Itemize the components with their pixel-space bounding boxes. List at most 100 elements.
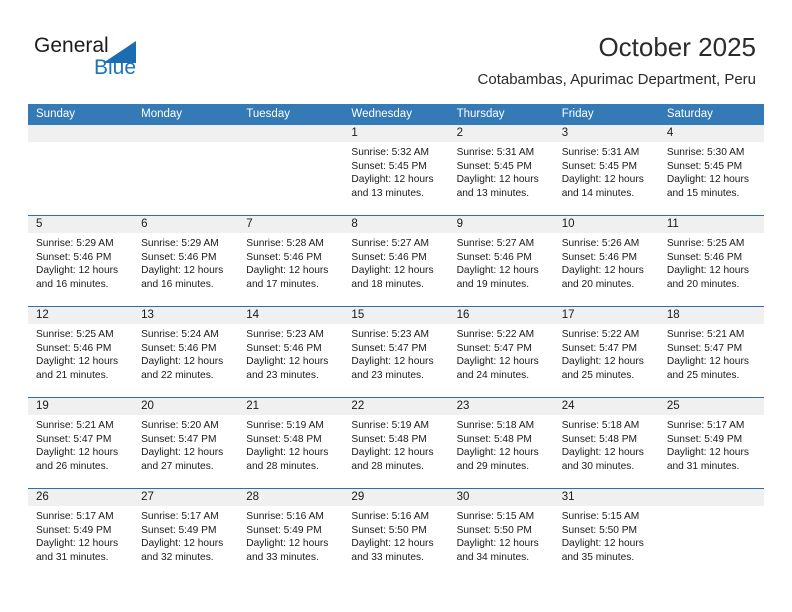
sunrise-text: Sunrise: 5:31 AM	[456, 147, 535, 158]
day-number: 25	[658, 398, 764, 415]
sunrise-text: Sunrise: 5:24 AM	[141, 329, 219, 340]
calendar-day-cell[interactable]: 23 Sunrise: 5:18 AM Sunset: 5:48 PM Dayligh…	[448, 397, 554, 489]
calendar-header-row: Sunday Monday Tuesday Wednesday Thursday…	[28, 104, 764, 125]
calendar-day-cell[interactable]: 12 Sunrise: 5:25 AM Sunset: 5:46 PM Dayligh…	[28, 306, 134, 398]
calendar-day-cell[interactable]: 2 Sunrise: 5:31 AM Sunset: 5:45 PM Daylight…	[448, 125, 554, 216]
sunset-text: Sunset: 5:46 PM	[36, 251, 112, 263]
daylight-text-line1: Daylight: 12 hours	[246, 447, 329, 459]
sunset-text: Sunset: 5:47 PM	[36, 433, 112, 445]
daylight-text-line2: and 30 minutes.	[561, 460, 635, 472]
sunrise-text: Sunrise: 5:17 AM	[141, 511, 219, 522]
calendar-day-cell[interactable]: 25 Sunrise: 5:17 AM Sunset: 5:49 PM Dayligh…	[658, 397, 764, 489]
calendar-day-cell[interactable]: 6 Sunrise: 5:29 AM Sunset: 5:46 PM Daylight…	[133, 215, 239, 307]
sunset-text: Sunset: 5:48 PM	[561, 433, 638, 445]
day-cell-content: 3 Sunrise: 5:31 AM Sunset: 5:45 PM Daylight…	[553, 125, 659, 215]
calendar-day-cell[interactable]: 19 Sunrise: 5:21 AM Sunset: 5:47 PM Dayligh…	[28, 397, 134, 489]
daylight-text-line2: and 34 minutes.	[456, 551, 530, 563]
calendar-day-cell[interactable]: 26 Sunrise: 5:17 AM Sunset: 5:49 PM Dayligh…	[28, 488, 134, 579]
day-number: 2	[448, 125, 554, 142]
daylight-text-line1: Daylight: 12 hours	[456, 174, 539, 186]
day-cell-content: 16 Sunrise: 5:22 AM Sunset: 5:47 PM Dayligh…	[448, 307, 554, 397]
calendar-day-cell[interactable]: 24 Sunrise: 5:18 AM Sunset: 5:48 PM Dayligh…	[553, 397, 659, 489]
day-cell-content: 5 Sunrise: 5:29 AM Sunset: 5:46 PM Daylight…	[28, 216, 134, 306]
calendar-day-cell[interactable]: 28 Sunrise: 5:16 AM Sunset: 5:49 PM Dayligh…	[238, 488, 344, 579]
calendar-day-cell-empty	[28, 125, 134, 216]
calendar-day-cell[interactable]: 18 Sunrise: 5:21 AM Sunset: 5:47 PM Dayligh…	[658, 306, 764, 398]
calendar-day-cell[interactable]: 16 Sunrise: 5:22 AM Sunset: 5:47 PM Dayligh…	[448, 306, 554, 398]
sunset-text: Sunset: 5:45 PM	[351, 160, 427, 172]
day-cell-content: 1 Sunrise: 5:32 AM Sunset: 5:45 PM Daylight…	[343, 125, 449, 215]
calendar-day-cell[interactable]: 20 Sunrise: 5:20 AM Sunset: 5:47 PM Dayligh…	[133, 397, 239, 489]
day-sun-info: Sunrise: 5:25 AM Sunset: 5:46 PM Daylight:…	[28, 324, 133, 382]
daylight-text-line1: Daylight: 12 hours	[351, 356, 434, 368]
daylight-text-line2: and 14 minutes.	[561, 187, 635, 199]
daylight-text-line1: Daylight: 12 hours	[141, 447, 224, 459]
calendar-day-cell[interactable]: 4 Sunrise: 5:30 AM Sunset: 5:45 PM Daylight…	[658, 125, 764, 216]
calendar-day-cell[interactable]: 1 Sunrise: 5:32 AM Sunset: 5:45 PM Daylight…	[343, 125, 449, 216]
daylight-text-line2: and 20 minutes.	[561, 278, 635, 290]
daylight-text-line2: and 25 minutes.	[561, 369, 635, 381]
day-cell-content: 13 Sunrise: 5:24 AM Sunset: 5:46 PM Dayligh…	[133, 307, 239, 397]
calendar-day-cell[interactable]: 9 Sunrise: 5:27 AM Sunset: 5:46 PM Daylight…	[448, 215, 554, 307]
sunset-text: Sunset: 5:47 PM	[561, 342, 638, 354]
sunset-text: Sunset: 5:50 PM	[351, 524, 427, 536]
day-number: 29	[343, 489, 449, 506]
day-sun-info: Sunrise: 5:21 AM Sunset: 5:47 PM Daylight:…	[659, 324, 764, 382]
calendar-day-cell[interactable]: 11 Sunrise: 5:25 AM Sunset: 5:46 PM Dayligh…	[658, 215, 764, 307]
calendar-day-cell-empty	[658, 488, 764, 579]
daylight-text-line2: and 25 minutes.	[666, 369, 740, 381]
calendar-day-cell[interactable]: 29 Sunrise: 5:16 AM Sunset: 5:50 PM Dayligh…	[343, 488, 449, 579]
sunrise-text: Sunrise: 5:19 AM	[246, 420, 324, 431]
daylight-text-line2: and 15 minutes.	[666, 187, 740, 199]
calendar-day-cell[interactable]: 5 Sunrise: 5:29 AM Sunset: 5:46 PM Daylight…	[28, 215, 134, 307]
calendar-day-cell[interactable]: 31 Sunrise: 5:15 AM Sunset: 5:50 PM Dayligh…	[553, 488, 659, 579]
sunrise-text: Sunrise: 5:23 AM	[246, 329, 324, 340]
sunset-text: Sunset: 5:47 PM	[141, 433, 217, 445]
day-number: 10	[553, 216, 659, 233]
calendar-day-cell[interactable]: 30 Sunrise: 5:15 AM Sunset: 5:50 PM Dayligh…	[448, 488, 554, 579]
day-cell-content: 14 Sunrise: 5:23 AM Sunset: 5:46 PM Dayligh…	[238, 307, 344, 397]
sunrise-text: Sunrise: 5:29 AM	[141, 238, 219, 249]
day-number: 26	[28, 489, 134, 506]
calendar-day-cell[interactable]: 13 Sunrise: 5:24 AM Sunset: 5:46 PM Dayligh…	[133, 306, 239, 398]
calendar-day-cell[interactable]: 14 Sunrise: 5:23 AM Sunset: 5:46 PM Dayligh…	[238, 306, 344, 398]
day-number	[28, 125, 134, 142]
sunrise-text: Sunrise: 5:18 AM	[561, 420, 640, 431]
day-number: 17	[553, 307, 659, 324]
title-block: October 2025 Cotabambas, Apurimac Depart…	[478, 32, 756, 90]
daylight-text-line1: Daylight: 12 hours	[246, 356, 329, 368]
daylight-text-line1: Daylight: 12 hours	[456, 447, 539, 459]
daylight-text-line1: Daylight: 12 hours	[36, 538, 119, 550]
general-blue-logo[interactable]: General Blue	[34, 34, 214, 86]
day-number: 8	[343, 216, 449, 233]
sunrise-text: Sunrise: 5:31 AM	[561, 147, 640, 158]
day-number: 13	[133, 307, 239, 324]
calendar-day-cell[interactable]: 21 Sunrise: 5:19 AM Sunset: 5:48 PM Dayligh…	[238, 397, 344, 489]
sunrise-text: Sunrise: 5:15 AM	[561, 511, 640, 522]
calendar-day-cell[interactable]: 3 Sunrise: 5:31 AM Sunset: 5:45 PM Daylight…	[553, 125, 659, 216]
daylight-text-line2: and 23 minutes.	[246, 369, 319, 381]
day-sun-info: Sunrise: 5:15 AM Sunset: 5:50 PM Daylight:…	[449, 506, 554, 564]
calendar-day-cell[interactable]: 17 Sunrise: 5:22 AM Sunset: 5:47 PM Dayligh…	[553, 306, 659, 398]
day-cell-content: 26 Sunrise: 5:17 AM Sunset: 5:49 PM Dayligh…	[28, 489, 134, 579]
daylight-text-line2: and 31 minutes.	[666, 460, 740, 472]
calendar-day-cell[interactable]: 22 Sunrise: 5:19 AM Sunset: 5:48 PM Dayligh…	[343, 397, 449, 489]
day-number: 9	[448, 216, 554, 233]
daylight-text-line1: Daylight: 12 hours	[141, 538, 224, 550]
calendar-day-cell[interactable]: 7 Sunrise: 5:28 AM Sunset: 5:46 PM Daylight…	[238, 215, 344, 307]
sunset-text: Sunset: 5:46 PM	[246, 251, 322, 263]
day-sun-info: Sunrise: 5:30 AM Sunset: 5:45 PM Daylight:…	[659, 142, 764, 200]
calendar-day-cell[interactable]: 15 Sunrise: 5:23 AM Sunset: 5:47 PM Dayligh…	[343, 306, 449, 398]
calendar-day-cell[interactable]: 10 Sunrise: 5:26 AM Sunset: 5:46 PM Dayligh…	[553, 215, 659, 307]
daylight-text-line1: Daylight: 12 hours	[561, 356, 644, 368]
calendar-day-cell[interactable]: 8 Sunrise: 5:27 AM Sunset: 5:46 PM Daylight…	[343, 215, 449, 307]
daylight-text-line2: and 28 minutes.	[351, 460, 424, 472]
sunrise-text: Sunrise: 5:28 AM	[246, 238, 324, 249]
day-number: 16	[448, 307, 554, 324]
sunrise-text: Sunrise: 5:32 AM	[351, 147, 430, 158]
day-cell-content: 29 Sunrise: 5:16 AM Sunset: 5:50 PM Dayligh…	[343, 489, 449, 579]
daylight-text-line2: and 16 minutes.	[36, 278, 109, 290]
calendar-day-cell[interactable]: 27 Sunrise: 5:17 AM Sunset: 5:49 PM Dayligh…	[133, 488, 239, 579]
day-cell-content: 23 Sunrise: 5:18 AM Sunset: 5:48 PM Dayligh…	[448, 398, 554, 488]
day-sun-info: Sunrise: 5:28 AM Sunset: 5:46 PM Daylight:…	[238, 233, 343, 291]
